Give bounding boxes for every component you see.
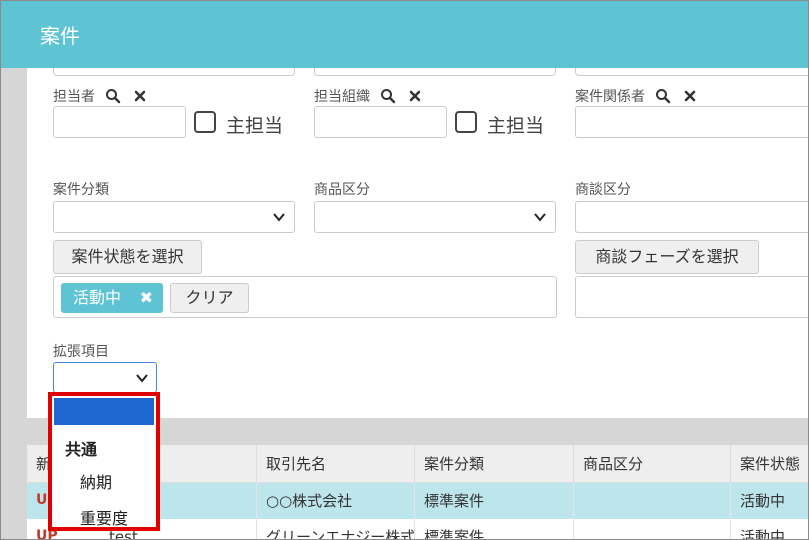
search-icon[interactable]	[380, 88, 396, 104]
related-input[interactable]	[575, 106, 809, 138]
clear-icon[interactable]	[132, 88, 148, 104]
select-phase-button[interactable]: 商談フェーズを選択	[575, 240, 759, 274]
negotiation-label: 商談区分	[575, 182, 631, 198]
remove-tag-icon[interactable]: ✖	[140, 283, 153, 313]
clear-icon[interactable]	[407, 88, 423, 104]
owner-org-label: 担当組織	[314, 89, 370, 105]
phase-tag-box[interactable]	[575, 276, 809, 318]
owner-org-main-checkbox[interactable]	[455, 111, 477, 133]
extension-label: 拡張項目	[53, 344, 109, 360]
category-label: 案件分類	[53, 182, 109, 198]
table-cell-status: 活動中	[731, 483, 809, 519]
column-header-status[interactable]: 案件状態	[731, 445, 809, 483]
dropdown-group-label: 共通	[65, 440, 98, 459]
related-field-label: 案件関係者	[575, 86, 698, 106]
extension-dropdown: 共通 納期 重要度	[48, 392, 160, 531]
extension-select[interactable]	[53, 362, 157, 393]
category-select[interactable]	[53, 201, 295, 233]
owner-field-label: 担当者	[53, 86, 148, 106]
owner-label: 担当者	[53, 89, 95, 105]
search-icon[interactable]	[655, 88, 671, 104]
table-cell-category: 標準案件	[415, 483, 574, 519]
column-header-category[interactable]: 案件分類	[415, 445, 574, 483]
column-header-product[interactable]: 商品区分	[574, 445, 731, 483]
search-icon[interactable]	[105, 88, 121, 104]
status-tag: 活動中 ✖	[61, 283, 163, 313]
owner-main-label: 主担当	[226, 115, 284, 137]
owner-main-checkbox[interactable]	[194, 111, 216, 133]
chevron-down-icon	[273, 213, 285, 222]
column-header-client[interactable]: 取引先名	[257, 445, 415, 483]
field-stub[interactable]	[575, 68, 809, 76]
status-tag-box[interactable]: 活動中 ✖ クリア	[53, 276, 557, 318]
owner-org-main-label: 主担当	[487, 115, 545, 137]
owner-org-input[interactable]	[314, 106, 447, 138]
negotiation-select[interactable]	[575, 201, 809, 233]
chevron-down-icon	[534, 213, 546, 222]
select-status-button[interactable]: 案件状態を選択	[53, 240, 202, 274]
owner-input[interactable]	[53, 106, 186, 138]
owner-org-field-label: 担当組織	[314, 86, 423, 106]
table-cell-category: 標準案件	[415, 519, 574, 540]
status-tag-label: 活動中	[73, 288, 122, 307]
table-cell-client: ○○株式会社	[257, 483, 415, 519]
field-stub[interactable]	[53, 68, 295, 76]
field-stub[interactable]	[314, 68, 556, 76]
chevron-down-icon	[136, 374, 148, 383]
dropdown-option-blank[interactable]	[54, 398, 154, 425]
dropdown-option-priority[interactable]: 重要度	[80, 505, 128, 529]
related-label: 案件関係者	[575, 89, 645, 105]
product-label: 商品区分	[314, 182, 370, 198]
clear-button[interactable]: クリア	[170, 283, 249, 313]
app-header: 案件	[0, 0, 809, 68]
dropdown-option-deadline[interactable]: 納期	[80, 469, 112, 493]
product-select[interactable]	[314, 201, 556, 233]
table-cell-product	[574, 483, 731, 519]
clear-icon[interactable]	[682, 88, 698, 104]
table-cell-product	[574, 519, 731, 540]
table-cell-status: 活動中	[731, 519, 809, 540]
table-cell-client: グリーンエナジー株式会社	[257, 519, 415, 540]
page-title: 案件	[40, 24, 80, 48]
